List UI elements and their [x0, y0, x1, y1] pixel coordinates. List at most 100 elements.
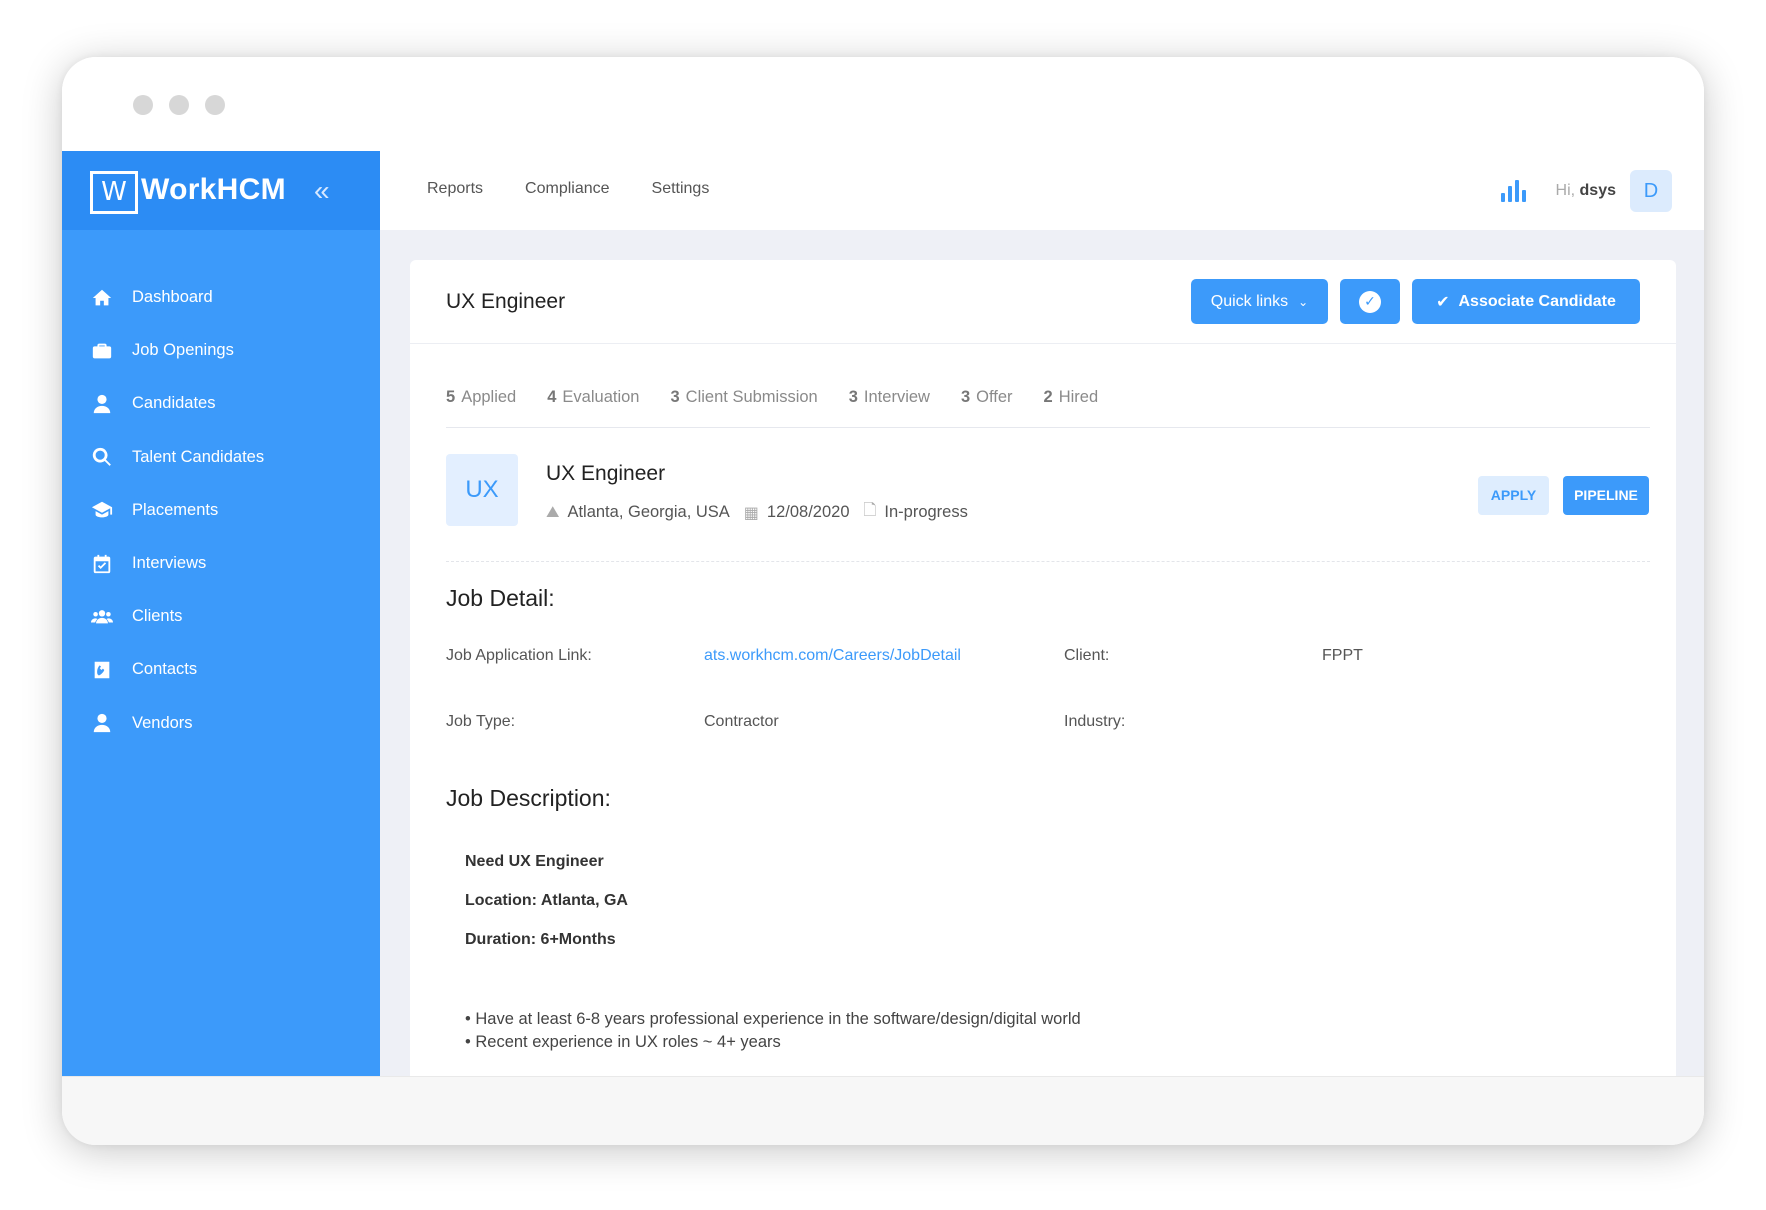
sidebar-item-label: Placements	[132, 500, 219, 519]
industry-label: Industry:	[1064, 713, 1126, 730]
bar-chart-icon[interactable]	[1500, 180, 1526, 202]
calendar-check-icon	[88, 553, 116, 575]
sidebar-item-label: Interviews	[132, 554, 207, 573]
stage-hired[interactable]: 2 Hired	[1044, 388, 1099, 427]
job-card: UX Engineer Quick links ⌄ ✓ ✔ Associate …	[410, 260, 1676, 1076]
job-status: In-progress	[884, 503, 968, 521]
sidebar-item-label: Contacts	[132, 660, 198, 679]
sidebar: W WorkHCM « Dashboard Job Openings Candi…	[62, 151, 380, 1076]
page-title: UX Engineer	[446, 290, 566, 313]
check-icon: ✔	[1436, 293, 1450, 311]
window-dot	[169, 95, 189, 115]
description-line: Duration: 6+Months	[465, 931, 616, 949]
job-type-value: Contractor	[704, 713, 779, 730]
associate-candidate-button[interactable]: ✔ Associate Candidate	[1412, 279, 1640, 324]
job-description-heading: Job Description:	[446, 785, 611, 811]
apply-button[interactable]: APPLY	[1478, 476, 1549, 515]
top-nav-settings[interactable]: Settings	[652, 180, 710, 198]
window-footer	[62, 1076, 1704, 1145]
sidebar-item-vendors[interactable]: Vendors	[62, 697, 380, 750]
window-titlebar	[62, 57, 1704, 151]
check-button[interactable]: ✓	[1340, 279, 1400, 324]
collapse-sidebar-icon[interactable]: «	[314, 177, 330, 205]
username: dsys	[1579, 182, 1616, 199]
top-nav-compliance[interactable]: Compliance	[525, 180, 609, 198]
sidebar-item-placements[interactable]: Placements	[62, 484, 380, 537]
header-actions: Quick links ⌄ ✓ ✔ Associate Candidate	[1191, 279, 1640, 324]
job-badge: UX	[446, 454, 518, 526]
sidebar-item-clients[interactable]: Clients	[62, 590, 380, 643]
stage-count: 3	[960, 388, 971, 406]
description-bullet: • Have at least 6-8 years professional e…	[465, 1010, 1081, 1028]
stage-label: Applied	[461, 388, 517, 406]
sidebar-item-interviews[interactable]: Interviews	[62, 537, 380, 590]
sidebar-nav: Dashboard Job Openings Candidates Talent…	[62, 271, 380, 750]
greeting-text: Hi,	[1555, 182, 1576, 199]
associate-candidate-label: Associate Candidate	[1458, 292, 1616, 310]
brand-header: W WorkHCM «	[62, 151, 380, 230]
window-dot	[133, 95, 153, 115]
app-container: W WorkHCM « Dashboard Job Openings Candi…	[62, 151, 1704, 1076]
job-date: 12/08/2020	[766, 503, 850, 521]
job-application-link-label: Job Application Link:	[446, 647, 592, 664]
stage-count: 4	[547, 388, 557, 406]
description-line: Location: Atlanta, GA	[465, 892, 628, 910]
job-application-link[interactable]: ats.workhcm.com/Careers/JobDetail	[704, 647, 961, 665]
top-bar: Reports Compliance Settings Hi, dsys D	[380, 151, 1704, 230]
check-circle-icon: ✓	[1359, 290, 1381, 313]
sidebar-item-job-openings[interactable]: Job Openings	[62, 324, 380, 377]
top-nav-reports[interactable]: Reports	[427, 180, 483, 198]
user-area: Hi, dsys D	[1500, 170, 1672, 212]
job-meta: ⛰ Atlanta, Georgia, USA ▦ 12/08/2020 🗋 In-p…	[546, 499, 982, 526]
job-location: Atlanta, Georgia, USA	[567, 503, 730, 521]
stage-count: 2	[1043, 388, 1053, 406]
chevron-down-icon: ⌄	[1298, 294, 1309, 309]
logo-icon: W	[90, 171, 138, 214]
sidebar-item-talent-candidates[interactable]: Talent Candidates	[62, 431, 380, 484]
sidebar-item-contacts[interactable]: Contacts	[62, 643, 380, 696]
stage-label: Offer	[976, 388, 1013, 406]
briefcase-icon	[88, 340, 116, 362]
contact-book-icon	[88, 659, 116, 681]
client-value: FPPT	[1322, 647, 1363, 664]
users-icon	[88, 606, 116, 628]
stage-offer[interactable]: 3 Offer	[961, 388, 1013, 427]
quick-links-label: Quick links	[1210, 292, 1289, 310]
graduation-cap-icon	[88, 499, 116, 521]
sidebar-item-label: Talent Candidates	[132, 447, 265, 466]
stage-label: Client Submission	[685, 388, 818, 406]
description-text: Duration: 6+Months	[465, 931, 616, 948]
quick-links-button[interactable]: Quick links ⌄	[1191, 279, 1328, 324]
sidebar-item-label: Clients	[132, 607, 183, 626]
job-summary: UX UX Engineer ⛰ Atlanta, Georgia, USA ▦ 1…	[446, 454, 1650, 562]
stage-count: 3	[670, 388, 680, 406]
description-text: Need UX Engineer	[465, 853, 604, 870]
stage-label: Hired	[1058, 388, 1099, 406]
stage-label: Interview	[863, 388, 930, 406]
home-icon	[88, 287, 116, 309]
search-icon	[88, 446, 116, 468]
job-type-label: Job Type:	[446, 713, 516, 730]
stage-applied[interactable]: 5 Applied	[446, 388, 516, 427]
window-dot	[205, 95, 225, 115]
avatar[interactable]: D	[1630, 170, 1672, 212]
pipeline-stages: 5 Applied 4 Evaluation 3 Client Submission …	[446, 388, 1650, 428]
stage-count: 5	[446, 388, 456, 406]
top-nav: Reports Compliance Settings	[427, 180, 709, 198]
user-greeting: Hi, dsys	[1556, 182, 1616, 200]
stage-evaluation[interactable]: 4 Evaluation	[547, 388, 639, 427]
pipeline-button[interactable]: PIPELINE	[1563, 476, 1649, 515]
sidebar-item-label: Dashboard	[132, 288, 213, 307]
stage-count: 3	[848, 388, 858, 406]
sidebar-item-label: Candidates	[132, 394, 216, 413]
user-tie-icon	[88, 393, 116, 415]
sidebar-item-dashboard[interactable]: Dashboard	[62, 271, 380, 324]
job-name: UX Engineer	[546, 462, 666, 485]
calendar-icon: ▦	[743, 504, 759, 522]
card-header: UX Engineer Quick links ⌄ ✓ ✔ Associate …	[410, 260, 1676, 344]
location-icon: ⛰	[546, 503, 560, 521]
description-text: Location: Atlanta, GA	[465, 892, 628, 909]
stage-client-submission[interactable]: 3 Client Submission	[670, 388, 817, 427]
sidebar-item-candidates[interactable]: Candidates	[62, 377, 380, 430]
stage-interview[interactable]: 3 Interview	[849, 388, 930, 427]
